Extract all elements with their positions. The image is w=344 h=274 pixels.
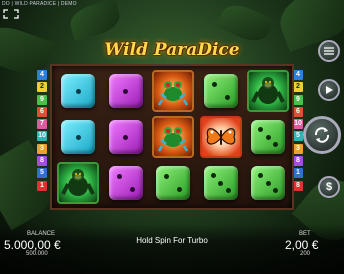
balance-credits: 500.000 [26,251,48,257]
die-pip [258,173,263,178]
payline-number: 8 [37,156,47,167]
payline-number: 10 [293,119,303,130]
menu-icon [324,47,334,55]
payline-number: 2 [37,82,47,93]
reel-5 [245,69,291,205]
spin-icon [314,127,330,143]
die-pip [210,173,216,178]
reel-cell [198,161,244,205]
reel-cell [55,69,101,113]
bet-button[interactable]: $ [318,176,340,198]
reel-cell [245,115,291,159]
payline-number: 9 [37,94,47,105]
cyan-die-1 [61,74,95,108]
die-pip [265,180,271,186]
die-pip [123,134,128,140]
payline-number: 9 [293,94,303,105]
reel-cell [198,115,244,159]
reel-cell [103,69,149,113]
die-pip [211,82,217,87]
reel-cell [103,115,149,159]
reel-cell [245,161,291,205]
reel-cell [198,69,244,113]
payline-indicators-left: 4 2 9 6 7 10 3 8 5 1 [37,70,49,193]
payline-number: 6 [37,106,47,117]
magenta-die-1 [108,74,143,108]
reel-1 [55,69,101,205]
die-pip [129,187,135,192]
die-pip [265,134,271,140]
payline-number: 1 [293,168,303,179]
cyan-die-1 [61,120,95,154]
die-pip [164,174,169,179]
die-pip [258,127,263,132]
spin-button[interactable] [303,116,341,154]
green-die-3 [203,166,238,200]
payline-number: 7 [37,119,47,130]
game-logo: Wild ParaDice [104,40,240,60]
payline-number: 1 [37,180,47,191]
reel-cell [55,115,101,159]
frog-symbol [152,70,194,112]
die-pip [273,142,278,147]
reel-cell [150,69,196,113]
game-caption: DO | WILD PARADICE | DEMO [2,1,77,7]
bet-label: BET [299,231,311,237]
green-die-2 [156,166,190,200]
die-pip [75,134,81,140]
payline-number: 4 [293,70,303,80]
gorilla-symbol [57,162,99,204]
die-pip [123,88,128,94]
die-pip [116,174,122,179]
gorilla-symbol [247,70,289,112]
magenta-die-2 [108,166,143,200]
green-die-2 [203,74,238,108]
payline-number: 2 [293,82,303,93]
payline-number: 10 [37,131,47,142]
play-icon [326,86,333,94]
die-pip [75,88,81,94]
payline-number: 8 [293,180,303,191]
reel-2 [103,69,149,205]
reel-3 [150,69,196,205]
autoplay-button[interactable] [318,79,340,101]
fullscreen-icon[interactable] [3,9,19,19]
reel-cell [150,115,196,159]
reel-cell [150,161,196,205]
payline-number: 4 [37,70,47,80]
reel-cell [55,161,101,205]
reel-4 [198,69,244,205]
frog-symbol [152,116,194,158]
payline-number: 6 [293,106,303,117]
payline-number: 3 [37,143,47,154]
payline-number: 5 [293,131,303,142]
payline-number: 8 [293,156,303,167]
bet-credits: 200 [300,251,311,257]
reel-grid [50,64,294,210]
reel-cell [103,161,149,205]
payline-number: 3 [293,143,303,154]
green-die-3 [251,120,285,154]
dollar-icon: $ [325,181,333,193]
magenta-die-1 [108,120,143,154]
die-pip [177,187,182,192]
menu-button[interactable] [318,40,340,62]
die-pip [218,180,223,186]
green-die-3 [251,166,285,200]
bet-value[interactable]: 2,00 € [285,238,318,252]
die-pip [273,188,278,193]
payline-number: 5 [37,168,47,179]
die-pip [225,188,231,193]
reel-cell [245,69,291,113]
butterfly-symbol [199,116,242,158]
die-pip [224,95,230,100]
